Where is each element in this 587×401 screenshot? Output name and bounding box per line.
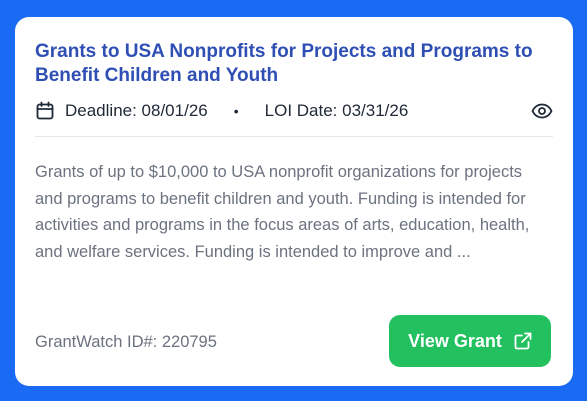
calendar-icon: [35, 101, 55, 121]
grant-description: Grants of up to $10,000 to USA nonprofit…: [35, 163, 530, 261]
grant-title[interactable]: Grants to USA Nonprofits for Projects an…: [35, 40, 535, 88]
external-link-icon: [514, 332, 532, 350]
view-grant-button[interactable]: View Grant: [389, 315, 551, 367]
view-grant-button-label: View Grant: [408, 330, 502, 351]
meta-separator: •: [233, 103, 239, 119]
grantwatch-id: GrantWatch ID#: 220795: [35, 333, 217, 351]
loi-date-text: LOI Date: 03/31/26: [264, 101, 409, 120]
divider: [35, 136, 553, 137]
eye-icon[interactable]: [531, 100, 553, 122]
grant-meta-row: Deadline: 08/01/26 • LOI Date: 03/31/26: [35, 99, 553, 123]
grant-card: Grants to USA Nonprofits for Projects an…: [15, 17, 573, 386]
deadline-text: Deadline: 08/01/26: [65, 101, 208, 120]
